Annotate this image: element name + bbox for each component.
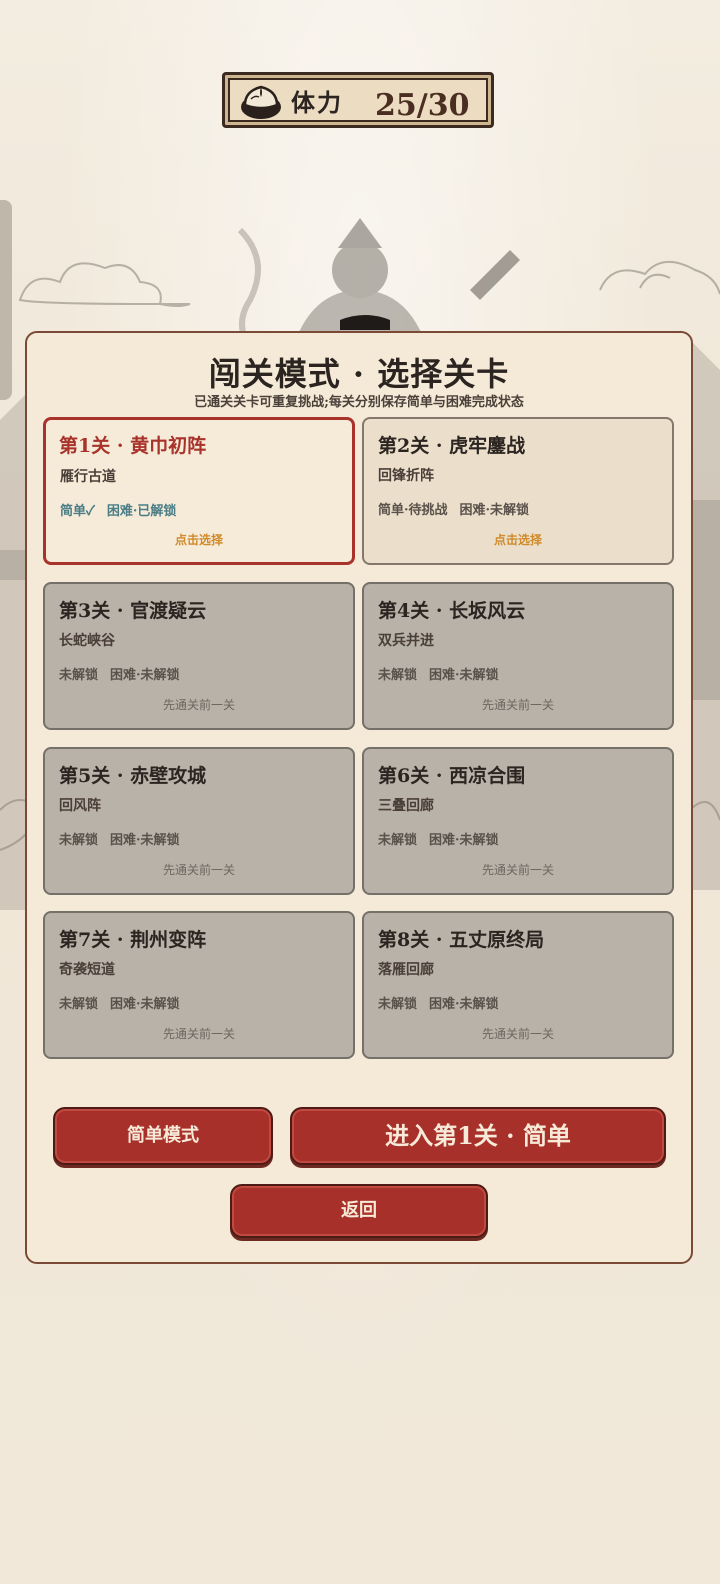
level-name: 第1关 · 黄巾初阵 (59, 435, 207, 457)
level-hint: 先通关前一关 (481, 1027, 554, 1041)
level-name: 第3关 · 官渡疑云 (59, 600, 207, 622)
easy-status: 未解锁 (378, 833, 418, 848)
level-subtitle: 落雁回廊 (378, 962, 434, 978)
hard-status: 困难·未解锁 (429, 997, 499, 1012)
level-card-5[interactable]: 第5关 · 赤壁攻城 回风阵 未解锁 困难·未解锁 先通关前一关 (43, 747, 355, 895)
level-status: 未解锁 困难·未解锁 (59, 829, 180, 848)
easy-status: 未解锁 (378, 997, 418, 1012)
level-subtitle: 回风阵 (59, 798, 101, 814)
side-drawer-tab[interactable] (0, 200, 12, 400)
level-status: 简单·待挑战 困难·未解锁 (378, 499, 529, 518)
stamina-value: 25/30 (375, 88, 470, 123)
level-subtitle: 三叠回廊 (378, 798, 434, 814)
level-status: 未解锁 困难·未解锁 (378, 993, 499, 1012)
level-status: 未解锁 困难·未解锁 (378, 664, 499, 683)
level-name: 第2关 · 虎牢鏖战 (378, 435, 526, 457)
easy-status: 未解锁 (59, 668, 99, 683)
easy-status: 未解锁 (378, 668, 418, 683)
hard-status: 困难·未解锁 (110, 833, 180, 848)
level-name: 第4关 · 长坂风云 (378, 600, 526, 622)
easy-status: 简单·待挑战 (378, 503, 448, 518)
level-hint: 点击选择 (174, 533, 223, 547)
level-subtitle: 雁行古道 (60, 469, 116, 485)
hard-status: 困难·未解锁 (110, 668, 180, 683)
level-hint: 先通关前一关 (162, 698, 235, 712)
easy-status: 未解锁 (59, 833, 99, 848)
level-subtitle: 奇袭短道 (59, 962, 115, 978)
steamed-bun-icon (241, 85, 281, 119)
level-hint: 点击选择 (493, 533, 542, 547)
panel-subtitle: 已通关关卡可重复挑战;每关分别保存简单与困难完成状态 (194, 395, 524, 410)
level-subtitle: 回锋折阵 (378, 468, 434, 484)
level-hint: 先通关前一关 (481, 863, 554, 877)
level-card-3[interactable]: 第3关 · 官渡疑云 长蛇峡谷 未解锁 困难·未解锁 先通关前一关 (43, 582, 355, 730)
level-name: 第7关 · 荆州变阵 (59, 929, 207, 951)
level-status: 未解锁 困难·未解锁 (59, 993, 180, 1012)
hard-status: 困难·未解锁 (429, 833, 499, 848)
level-name: 第5关 · 赤壁攻城 (59, 765, 207, 787)
level-hint: 先通关前一关 (162, 863, 235, 877)
level-hint: 先通关前一关 (481, 698, 554, 712)
level-name: 第6关 · 西凉合围 (378, 765, 526, 787)
hard-status: 困难·未解锁 (429, 668, 499, 683)
level-status: 简单✓ 困难·已解锁 (60, 500, 176, 519)
level-card-2[interactable]: 第2关 · 虎牢鏖战 回锋折阵 简单·待挑战 困难·未解锁 点击选择 (362, 417, 674, 565)
level-card-1[interactable]: 第1关 · 黄巾初阵 雁行古道 简单✓ 困难·已解锁 点击选择 (43, 417, 355, 565)
easy-status: 简单✓ (60, 504, 95, 519)
level-card-7[interactable]: 第7关 · 荆州变阵 奇袭短道 未解锁 困难·未解锁 先通关前一关 (43, 911, 355, 1059)
hard-status: 困难·未解锁 (110, 997, 180, 1012)
hard-status: 困难·已解锁 (106, 504, 177, 519)
difficulty-mode-button[interactable]: 简单模式 (53, 1107, 273, 1165)
level-subtitle: 双兵并进 (378, 633, 434, 649)
enter-level-button[interactable]: 进入第1关 · 简单 (290, 1107, 666, 1165)
level-status: 未解锁 困难·未解锁 (59, 664, 180, 683)
level-card-6[interactable]: 第6关 · 西凉合围 三叠回廊 未解锁 困难·未解锁 先通关前一关 (362, 747, 674, 895)
level-select-panel: 闯关模式 · 选择关卡 已通关关卡可重复挑战;每关分别保存简单与困难完成状态 第… (25, 331, 693, 1264)
back-button[interactable]: 返回 (230, 1184, 488, 1238)
easy-status: 未解锁 (59, 997, 99, 1012)
stamina-bar: 体力 25/30 (222, 72, 494, 128)
level-subtitle: 长蛇峡谷 (59, 633, 115, 649)
level-card-8[interactable]: 第8关 · 五丈原终局 落雁回廊 未解锁 困难·未解锁 先通关前一关 (362, 911, 674, 1059)
panel-title: 闯关模式 · 选择关卡 (208, 355, 510, 393)
stamina-label: 体力 (291, 88, 343, 117)
level-name: 第8关 · 五丈原终局 (378, 929, 545, 951)
level-card-4[interactable]: 第4关 · 长坂风云 双兵并进 未解锁 困难·未解锁 先通关前一关 (362, 582, 674, 730)
level-status: 未解锁 困难·未解锁 (378, 829, 499, 848)
level-hint: 先通关前一关 (162, 1027, 235, 1041)
hard-status: 困难·未解锁 (459, 503, 530, 518)
